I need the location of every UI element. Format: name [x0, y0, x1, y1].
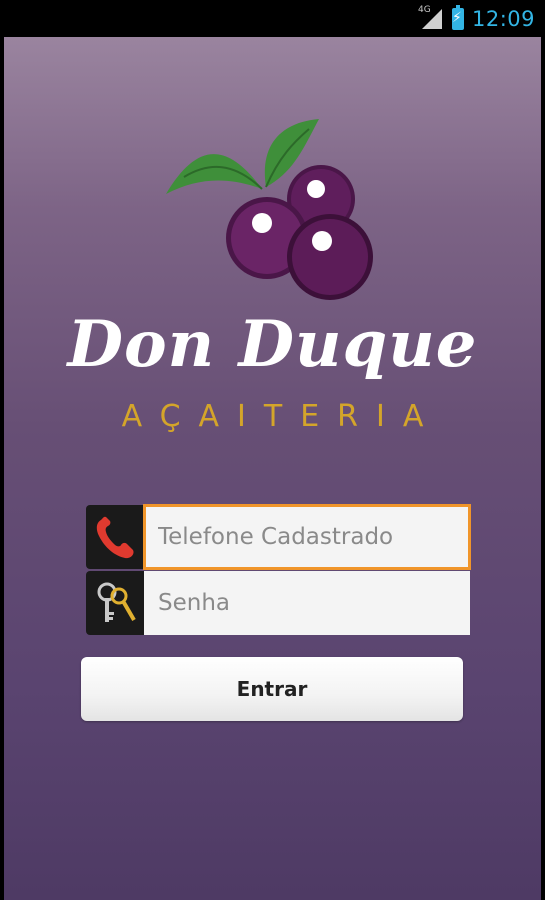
password-row — [86, 571, 470, 635]
network-type-label: 4G — [417, 4, 431, 15]
signal-icon: 4G — [417, 4, 444, 31]
brand-name: Don Duque — [67, 307, 478, 382]
status-bar: 4G 12:09 — [0, 0, 545, 37]
login-form — [86, 505, 470, 637]
phone-row — [86, 505, 470, 569]
battery-charging-icon — [451, 4, 464, 30]
phone-icon — [86, 505, 144, 569]
acai-berries-icon — [166, 119, 373, 300]
password-input[interactable] — [144, 571, 470, 635]
phone-input[interactable] — [144, 505, 470, 569]
status-time: 12:09 — [471, 6, 535, 31]
brand-subtitle: AÇAITERIA — [121, 399, 442, 434]
login-button[interactable]: Entrar — [81, 657, 463, 721]
login-screen: Don Duque AÇAITERIA Telefone Cadastrado … — [4, 37, 541, 900]
keys-icon — [86, 571, 144, 635]
